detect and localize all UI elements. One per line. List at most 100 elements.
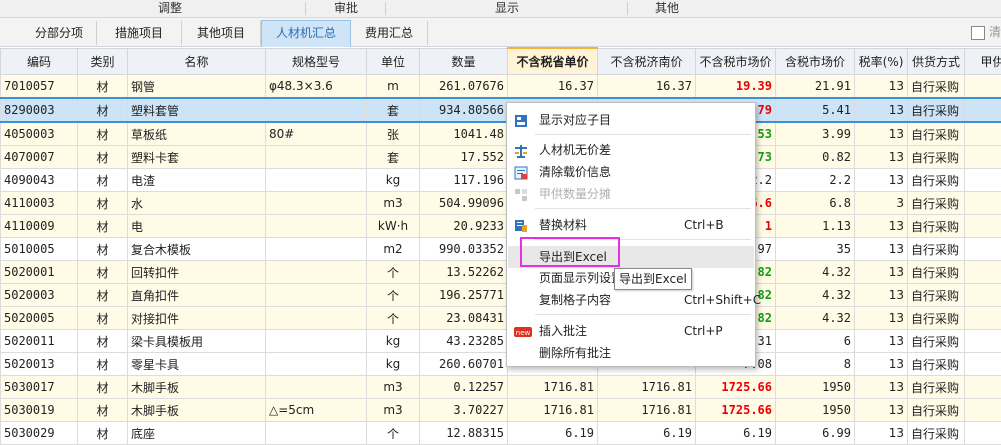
cell-owner-supply[interactable]: [965, 284, 1001, 307]
cell-spec[interactable]: [266, 284, 367, 307]
cell-type[interactable]: 材: [78, 261, 128, 284]
cell-quantity[interactable]: 117.196: [420, 169, 508, 192]
cell-tax-market-price[interactable]: 1.13: [776, 215, 855, 238]
cell-code[interactable]: 5030017: [1, 376, 78, 399]
cell-jinan-price[interactable]: 16.37: [598, 75, 696, 99]
cell-unit[interactable]: m3: [367, 399, 420, 422]
cell-owner-supply[interactable]: [965, 238, 1001, 261]
cell-spec[interactable]: [266, 146, 367, 169]
cell-quantity[interactable]: 990.03352: [420, 238, 508, 261]
cell-provincial-price[interactable]: 1716.81: [508, 399, 598, 422]
cell-tax-rate[interactable]: 13: [855, 330, 908, 353]
tab-labor-material-summary[interactable]: 人材机汇总: [261, 20, 351, 47]
cell-unit[interactable]: m3: [367, 376, 420, 399]
cell-jinan-price[interactable]: 1716.81: [598, 399, 696, 422]
cell-unit[interactable]: 套: [367, 146, 420, 169]
menu-item-8[interactable]: 复制格子内容Ctrl+Shift+C: [508, 289, 754, 311]
cell-code[interactable]: 5010005: [1, 238, 78, 261]
cell-owner-supply[interactable]: [965, 122, 1001, 146]
cell-supply-mode[interactable]: 自行采购: [908, 330, 965, 353]
cell-provincial-price[interactable]: 1716.81: [508, 376, 598, 399]
cell-spec[interactable]: [266, 169, 367, 192]
cell-type[interactable]: 材: [78, 307, 128, 330]
cell-spec[interactable]: [266, 353, 367, 376]
col-header-jinan-price[interactable]: 不含税济南价: [598, 48, 696, 75]
cell-code[interactable]: 4110003: [1, 192, 78, 215]
cell-type[interactable]: 材: [78, 376, 128, 399]
cell-tax-rate[interactable]: 13: [855, 238, 908, 261]
cell-code[interactable]: 4050003: [1, 122, 78, 146]
cell-type[interactable]: 材: [78, 146, 128, 169]
cell-code[interactable]: 5020001: [1, 261, 78, 284]
cell-quantity[interactable]: 20.9233: [420, 215, 508, 238]
cell-tax-rate[interactable]: 13: [855, 284, 908, 307]
cell-tax-market-price[interactable]: 21.91: [776, 75, 855, 99]
cell-unit[interactable]: kg: [367, 330, 420, 353]
col-header-code[interactable]: 编码: [1, 48, 78, 75]
cell-type[interactable]: 材: [78, 75, 128, 99]
cell-spec[interactable]: 80#: [266, 122, 367, 146]
cell-tax-rate[interactable]: 13: [855, 169, 908, 192]
cell-spec[interactable]: [266, 238, 367, 261]
col-header-name[interactable]: 名称: [128, 48, 266, 75]
cell-market-price[interactable]: 19.39: [696, 75, 776, 99]
menu-item-5[interactable]: 替换材料Ctrl+B: [508, 214, 754, 236]
col-header-type[interactable]: 类别: [78, 48, 128, 75]
cell-type[interactable]: 材: [78, 399, 128, 422]
cell-unit[interactable]: m2: [367, 238, 420, 261]
cell-unit[interactable]: kg: [367, 169, 420, 192]
cell-unit[interactable]: 张: [367, 122, 420, 146]
menu-item-1[interactable]: 显示对应子目: [508, 109, 754, 131]
cell-code[interactable]: 4070007: [1, 146, 78, 169]
cell-code[interactable]: 7010057: [1, 75, 78, 99]
cell-tax-rate[interactable]: 13: [855, 98, 908, 122]
menu-item-10[interactable]: 删除所有批注: [508, 342, 754, 364]
col-header-tax-rate[interactable]: 税率(%): [855, 48, 908, 75]
cell-owner-supply[interactable]: [965, 422, 1001, 445]
col-header-tax-market-price[interactable]: 含税市场价: [776, 48, 855, 75]
cell-code[interactable]: 5020003: [1, 284, 78, 307]
cell-supply-mode[interactable]: 自行采购: [908, 307, 965, 330]
cell-quantity[interactable]: 1041.48: [420, 122, 508, 146]
cell-spec[interactable]: [266, 422, 367, 445]
cell-type[interactable]: 材: [78, 353, 128, 376]
menu-item-3[interactable]: 清除载价信息: [508, 161, 754, 183]
cell-owner-supply[interactable]: [965, 215, 1001, 238]
cell-supply-mode[interactable]: 自行采购: [908, 146, 965, 169]
cell-jinan-price[interactable]: 1716.81: [598, 376, 696, 399]
cell-tax-rate[interactable]: 13: [855, 261, 908, 284]
cell-tax-market-price[interactable]: 4.32: [776, 261, 855, 284]
cell-unit[interactable]: 个: [367, 261, 420, 284]
cell-spec[interactable]: [266, 261, 367, 284]
table-row[interactable]: 4050003材草板纸80#张1041.483.533.9913自行采购: [1, 122, 1001, 146]
cell-owner-supply[interactable]: [965, 146, 1001, 169]
cell-market-price[interactable]: 1725.66: [696, 399, 776, 422]
cell-tax-market-price[interactable]: 1950: [776, 376, 855, 399]
cell-unit[interactable]: 套: [367, 98, 420, 122]
cell-quantity[interactable]: 13.52262: [420, 261, 508, 284]
cell-supply-mode[interactable]: 自行采购: [908, 422, 965, 445]
table-row[interactable]: 5020003材直角扣件个196.257713.824.3213自行采购: [1, 284, 1001, 307]
col-header-owner-supply[interactable]: 甲供: [965, 48, 1001, 75]
table-row[interactable]: 8290003材塑料套管套934.805664.434.434.795.4113…: [1, 98, 1001, 122]
cell-unit[interactable]: kW·h: [367, 215, 420, 238]
cell-supply-mode[interactable]: 自行采购: [908, 192, 965, 215]
cell-code[interactable]: 5020005: [1, 307, 78, 330]
cell-name[interactable]: 塑料卡套: [128, 146, 266, 169]
cell-quantity[interactable]: 260.60701: [420, 353, 508, 376]
cell-quantity[interactable]: 504.99096: [420, 192, 508, 215]
cell-name[interactable]: 木脚手板: [128, 399, 266, 422]
cell-supply-mode[interactable]: 自行采购: [908, 353, 965, 376]
cell-quantity[interactable]: 17.552: [420, 146, 508, 169]
cell-tax-rate[interactable]: 13: [855, 215, 908, 238]
cell-code[interactable]: 4090043: [1, 169, 78, 192]
cell-name[interactable]: 电渣: [128, 169, 266, 192]
table-row[interactable]: 5020013材零星卡具kg260.607017.08813自行采购: [1, 353, 1001, 376]
cell-tax-market-price[interactable]: 1950: [776, 399, 855, 422]
cell-tax-market-price[interactable]: 0.82: [776, 146, 855, 169]
cell-type[interactable]: 材: [78, 284, 128, 307]
cell-code[interactable]: 5030019: [1, 399, 78, 422]
cell-spec[interactable]: [266, 215, 367, 238]
cell-tax-market-price[interactable]: 4.32: [776, 284, 855, 307]
cell-quantity[interactable]: 934.80566: [420, 98, 508, 122]
